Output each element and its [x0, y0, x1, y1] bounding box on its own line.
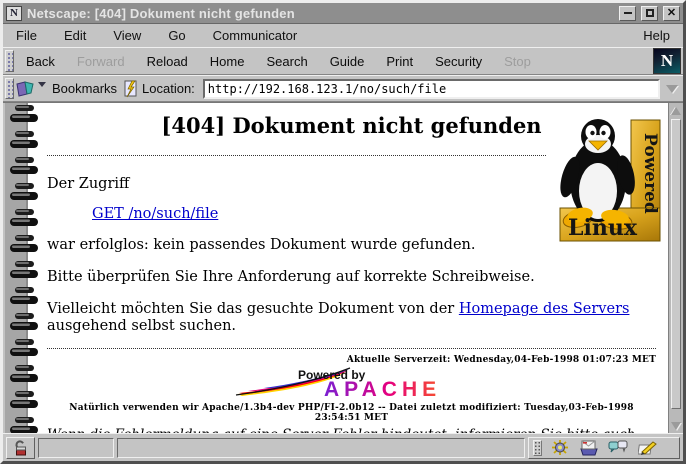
menu-communicator[interactable]: Communicator — [213, 28, 298, 43]
minimize-icon — [624, 12, 632, 14]
paragraph-check-spelling: Bitte überprüfen Sie Ihre Anforderung au… — [47, 269, 658, 286]
scrollbar-thumb[interactable] — [671, 119, 681, 409]
location-grip[interactable] — [5, 78, 14, 99]
divider — [47, 155, 546, 156]
netscape-window: N Netscape: [404] Dokument nicht gefunde… — [0, 0, 686, 464]
window-title: Netscape: [404] Dokument nicht gefunden — [27, 6, 614, 21]
browser-viewport: [404] Dokument nicht gefunden Der Zugrif… — [3, 102, 683, 433]
bookmarks-label[interactable]: Bookmarks — [52, 81, 117, 96]
forward-button: Forward — [66, 50, 136, 73]
homepage-link[interactable]: Homepage des Servers — [459, 301, 630, 317]
discussions-icon — [608, 440, 628, 455]
spiral-binding-decoration — [3, 103, 41, 433]
reload-button[interactable]: Reload — [136, 50, 199, 73]
close-icon: ✕ — [667, 9, 676, 17]
bookmark-dropdown-caret[interactable] — [38, 82, 46, 87]
paragraph-homepage-hint: Vielleicht möchten Sie das gesuchte Doku… — [47, 301, 658, 335]
apache-name-text: APACHE — [324, 378, 441, 398]
apache-feather-logo-icon: Powered by APACHE — [234, 367, 470, 398]
divider — [47, 348, 656, 349]
mailbox-icon — [579, 440, 599, 456]
menu-go[interactable]: Go — [168, 28, 185, 43]
maximize-icon — [646, 9, 654, 17]
stop-button: Stop — [493, 50, 542, 73]
linux-name-text: Linux — [568, 215, 638, 241]
security-button[interactable]: Security — [424, 50, 493, 73]
linux-powered-logo-icon: Powered Linux — [558, 111, 662, 251]
linux-powered-text: Powered — [640, 133, 660, 214]
guide-button[interactable]: Guide — [319, 50, 376, 73]
lightning-icon[interactable] — [123, 80, 138, 98]
homepage-hint-before: Vielleicht möchten Sie das gesuchte Doku… — [47, 301, 459, 317]
progress-indicator — [38, 438, 114, 458]
search-button[interactable]: Search — [255, 50, 318, 73]
scroll-down-button[interactable] — [669, 418, 683, 433]
composer-button[interactable] — [636, 439, 658, 456]
server-time: Aktuelle Serverzeit: Wednesday,04-Feb-19… — [45, 355, 656, 365]
status-message-area — [117, 438, 525, 458]
title-bar[interactable]: N Netscape: [404] Dokument nicht gefunde… — [3, 3, 683, 24]
triangle-down-icon — [671, 422, 681, 430]
maximize-button[interactable] — [641, 6, 658, 21]
footer-note: Wenn die Fehlermeldung auf eine Server-F… — [47, 427, 658, 433]
component-bar — [528, 437, 680, 459]
composer-icon — [638, 440, 657, 456]
navigation-toolbar: Back Forward Reload Home Search Guide Pr… — [3, 47, 683, 75]
url-input[interactable] — [203, 79, 660, 99]
location-toolbar: Bookmarks Location: — [3, 75, 683, 102]
footer-line1: Wenn die Fehlermeldung auf eine Server-F… — [47, 427, 635, 433]
triangle-up-icon — [671, 107, 681, 115]
minimize-button[interactable] — [619, 6, 636, 21]
netscape-n-logo-icon[interactable]: N — [653, 48, 681, 74]
location-label: Location: — [142, 81, 195, 96]
bookmark-icon[interactable] — [15, 80, 37, 97]
apache-badge: Powered by APACHE — [45, 367, 658, 402]
menu-bar: File Edit View Go Communicator Help — [3, 24, 683, 47]
discussions-button[interactable] — [607, 439, 629, 456]
security-indicator-button[interactable] — [6, 437, 35, 459]
request-link[interactable]: GET /no/such/file — [92, 206, 218, 222]
url-dropdown-button[interactable] — [662, 79, 681, 99]
chevron-down-icon — [666, 85, 678, 93]
menu-view[interactable]: View — [113, 28, 141, 43]
status-bar — [3, 433, 683, 461]
back-button[interactable]: Back — [15, 50, 66, 73]
menu-edit[interactable]: Edit — [64, 28, 86, 43]
window-menu-icon[interactable]: N — [6, 6, 22, 21]
navigator-wheel-icon — [551, 439, 569, 456]
print-button[interactable]: Print — [375, 50, 424, 73]
menu-help[interactable]: Help — [643, 28, 670, 43]
server-info: Natürlich verwenden wir Apache/1.3b4-dev… — [45, 403, 658, 423]
component-bar-grip[interactable] — [533, 440, 542, 456]
netscape-n-letter: N — [661, 51, 673, 71]
close-button[interactable]: ✕ — [663, 6, 680, 21]
homepage-hint-after: ausgehend selbst suchen. — [47, 318, 236, 334]
menu-file[interactable]: File — [16, 28, 37, 43]
navigator-button[interactable] — [549, 439, 571, 456]
home-button[interactable]: Home — [199, 50, 256, 73]
vertical-scrollbar[interactable] — [668, 103, 683, 433]
toolbar-grip[interactable] — [5, 50, 14, 72]
mailbox-button[interactable] — [578, 439, 600, 456]
security-lock-icon — [14, 440, 28, 456]
scroll-up-button[interactable] — [669, 103, 683, 118]
